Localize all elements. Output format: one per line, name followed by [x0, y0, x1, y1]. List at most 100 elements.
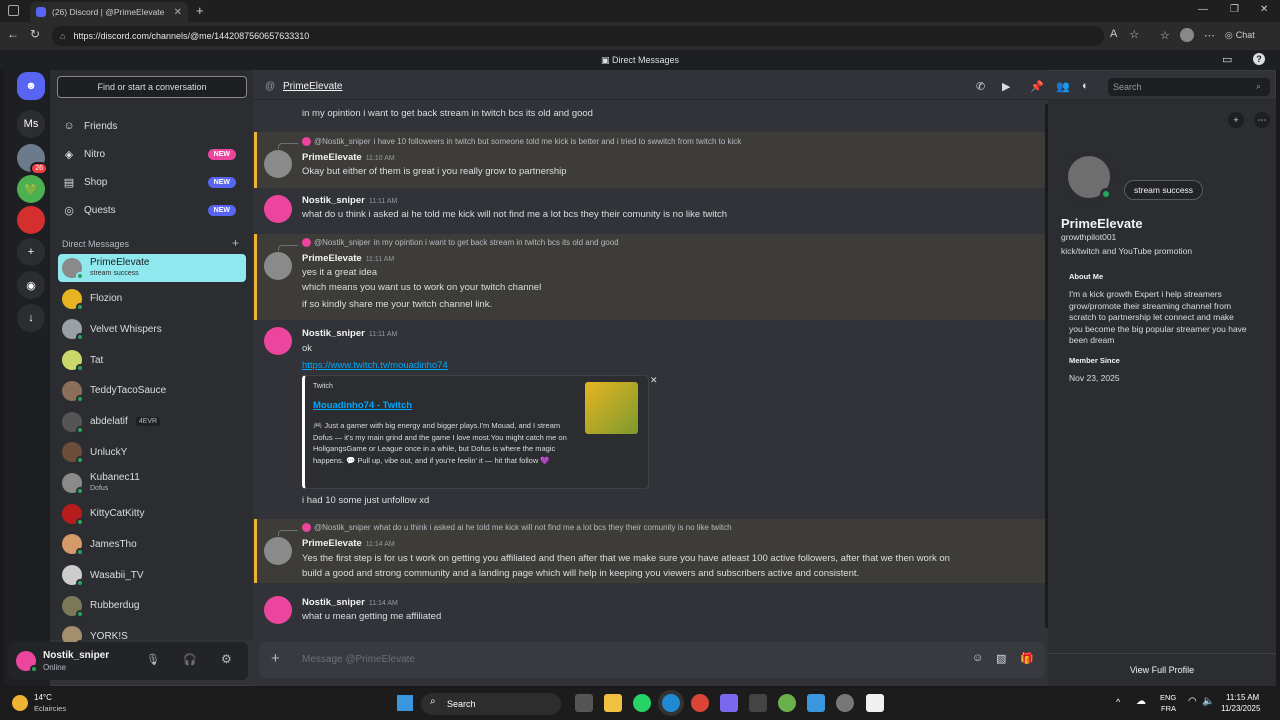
- add-friend-icon[interactable]: +: [1228, 112, 1244, 128]
- edge-browser-icon[interactable]: [662, 694, 680, 712]
- server-avatar-3[interactable]: [17, 206, 45, 234]
- discover-icon[interactable]: ◉: [17, 271, 45, 299]
- whatsapp-icon[interactable]: [633, 694, 651, 712]
- reply-preview[interactable]: @Nostik_sniper i have 10 followeers in tw…: [302, 137, 741, 146]
- create-dm-icon[interactable]: +: [232, 236, 239, 250]
- dm-item[interactable]: PrimeElevate stream success: [58, 254, 246, 282]
- message-author[interactable]: Nostik_sniper: [302, 597, 365, 608]
- server-ms[interactable]: Ms: [17, 110, 45, 138]
- message-author[interactable]: PrimeElevate: [302, 253, 362, 264]
- copilot-chat-button[interactable]: ◎ Chat: [1225, 30, 1255, 41]
- message-avatar[interactable]: [264, 195, 292, 223]
- chrome-icon[interactable]: [691, 694, 709, 712]
- task-view-icon[interactable]: [575, 694, 593, 712]
- video-call-icon[interactable]: ▶: [1002, 80, 1010, 93]
- dm-item[interactable]: Velvet Whispers: [58, 315, 246, 343]
- refresh-icon[interactable]: ↻: [30, 27, 40, 41]
- emoji-icon[interactable]: ☺: [972, 652, 983, 664]
- file-explorer-icon[interactable]: [604, 694, 622, 712]
- search-input[interactable]: Search: [1108, 78, 1270, 96]
- new-tab-icon[interactable]: +: [196, 3, 204, 18]
- nav-nitro[interactable]: ◈ Nitro NEW: [58, 140, 246, 168]
- tab-close-icon[interactable]: ✕: [174, 7, 182, 18]
- message-avatar[interactable]: [264, 150, 292, 178]
- message-author[interactable]: Nostik_sniper: [302, 328, 365, 339]
- read-aloud-icon[interactable]: A: [1110, 28, 1117, 41]
- dm-item[interactable]: TeddyTacoSauce: [58, 377, 246, 405]
- message-author[interactable]: PrimeElevate: [302, 538, 362, 549]
- message-link[interactable]: https://www.twitch.tv/mouadinho74: [302, 360, 448, 371]
- add-friends-icon[interactable]: 👥: [1056, 80, 1070, 93]
- dm-item[interactable]: JamesTho: [58, 530, 246, 558]
- mute-icon[interactable]: 🎙: [146, 653, 160, 666]
- reply-preview[interactable]: @Nostik_sniper what do u think i asked ai…: [302, 523, 732, 532]
- back-icon[interactable]: ←: [7, 27, 19, 41]
- channel-name[interactable]: PrimeElevate: [283, 81, 342, 92]
- message-avatar[interactable]: [264, 252, 292, 280]
- dm-item[interactable]: Rubberdug: [58, 592, 246, 620]
- windows-start-icon[interactable]: [397, 695, 413, 711]
- voice-call-icon[interactable]: ✆: [976, 80, 985, 93]
- dm-item[interactable]: Wasabii_TV: [58, 561, 246, 589]
- message-avatar[interactable]: [264, 537, 292, 565]
- app-icon-1[interactable]: [720, 694, 738, 712]
- message-composer[interactable]: + Message @PrimeElevate ☺ ▧ 🎁: [259, 642, 1045, 678]
- profile-avatar[interactable]: [1064, 152, 1114, 202]
- volume-icon[interactable]: 🔈: [1202, 696, 1214, 707]
- steam-icon[interactable]: [749, 694, 767, 712]
- gif-icon[interactable]: ▧: [996, 652, 1006, 665]
- language-1[interactable]: ENG: [1160, 693, 1176, 702]
- view-full-profile-button[interactable]: View Full Profile: [1048, 665, 1276, 675]
- cloud-icon[interactable]: ☁: [1136, 696, 1146, 707]
- attach-plus-icon[interactable]: +: [271, 650, 280, 667]
- embed-title[interactable]: Mouadinho74 - Twitch: [313, 400, 412, 411]
- dm-item[interactable]: KittyCatKitty: [58, 500, 246, 528]
- address-bar[interactable]: ⌂ https://discord.com/channels/@me/14420…: [52, 26, 1104, 46]
- site-info-icon[interactable]: ⌂: [60, 31, 65, 41]
- dm-item[interactable]: Kubanec11 Dofus: [58, 469, 246, 497]
- more-menu-icon[interactable]: ⋯: [1204, 29, 1215, 42]
- message-avatar[interactable]: [264, 596, 292, 624]
- app-icon-5[interactable]: [866, 694, 884, 712]
- embed-thumbnail[interactable]: [585, 382, 638, 434]
- app-icon-3[interactable]: [807, 694, 825, 712]
- nav-quests[interactable]: ◎ Quests NEW: [58, 196, 246, 224]
- headphones-icon[interactable]: 🎧: [183, 653, 197, 666]
- settings-gear-icon[interactable]: ⚙: [221, 652, 232, 666]
- taskbar-search[interactable]: Search: [421, 693, 561, 715]
- download-apps-icon[interactable]: ↓: [17, 304, 45, 332]
- minimize-icon[interactable]: —: [1198, 4, 1208, 15]
- inbox-button-icon[interactable]: ▭: [1222, 53, 1232, 66]
- dm-item[interactable]: abdelatif 4EVR: [58, 408, 246, 436]
- dm-item[interactable]: Flozion: [58, 285, 246, 313]
- add-server-icon[interactable]: +: [17, 238, 45, 266]
- pin-icon[interactable]: 📌: [1030, 80, 1044, 93]
- profile-more-icon[interactable]: ⋯: [1254, 112, 1270, 128]
- clock-time[interactable]: 11:15 AM: [1226, 693, 1259, 702]
- dm-item[interactable]: UnluckY: [58, 438, 246, 466]
- tab-actions-icon[interactable]: [8, 5, 19, 16]
- find-conversation-button[interactable]: Find or start a conversation: [57, 76, 247, 98]
- browser-tab[interactable]: (26) Discord | @PrimeElevate ✕: [30, 2, 188, 22]
- help-icon[interactable]: ?: [1253, 53, 1265, 65]
- user-avatar[interactable]: [16, 651, 38, 673]
- dm-item[interactable]: Tat: [58, 346, 246, 374]
- message-input[interactable]: Message @PrimeElevate: [302, 654, 415, 665]
- profile-avatar-icon[interactable]: [1179, 28, 1194, 42]
- app-icon-4[interactable]: [836, 694, 854, 712]
- language-2[interactable]: FRA: [1161, 704, 1176, 713]
- window-close-icon[interactable]: ✕: [1260, 4, 1268, 15]
- wifi-icon[interactable]: ◠: [1188, 696, 1197, 707]
- weather-icon[interactable]: [12, 695, 28, 711]
- nav-shop[interactable]: ▤ Shop NEW: [58, 168, 246, 196]
- server-avatar-1[interactable]: 26: [17, 144, 48, 175]
- embed-close-icon[interactable]: ✕: [650, 375, 658, 386]
- message-author[interactable]: PrimeElevate: [302, 152, 362, 163]
- favorite-star-icon[interactable]: ☆: [1129, 28, 1139, 41]
- message-avatar[interactable]: [264, 327, 292, 355]
- server-avatar-2[interactable]: 💚: [17, 175, 45, 203]
- clock-date[interactable]: 11/23/2025: [1221, 704, 1260, 713]
- message-author[interactable]: Nostik_sniper: [302, 195, 365, 206]
- gift-icon[interactable]: 🎁: [1020, 652, 1034, 665]
- maximize-icon[interactable]: ❐: [1230, 4, 1239, 15]
